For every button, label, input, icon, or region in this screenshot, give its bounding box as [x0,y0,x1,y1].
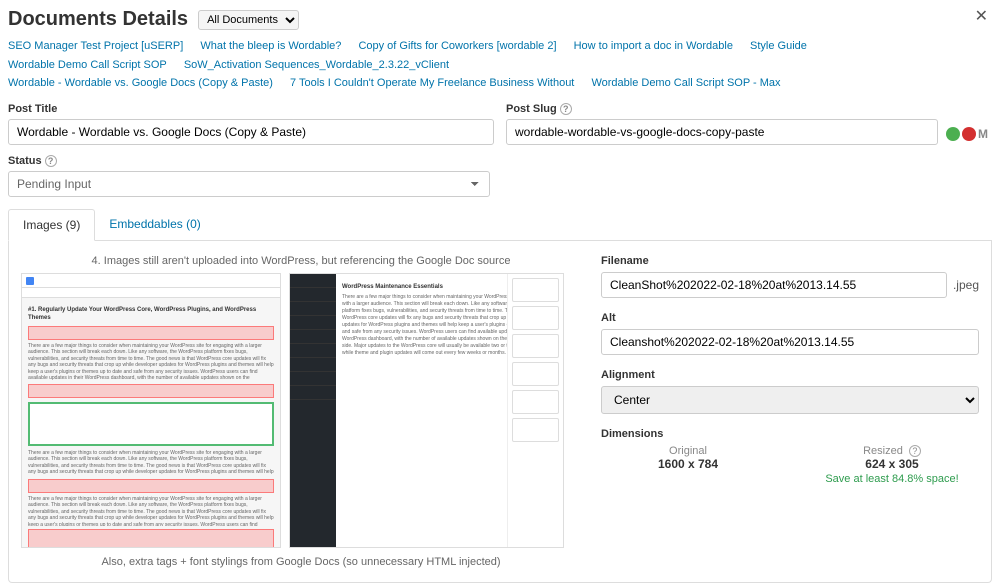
help-icon[interactable]: ? [909,445,921,457]
post-slug-label: Post Slug? [506,103,938,115]
filename-ext: .jpeg [953,278,979,292]
gdoc-logo-icon [26,277,34,285]
status-select[interactable]: Pending Input [8,171,490,197]
close-icon[interactable]: ✕ [975,6,988,26]
docnav-link[interactable]: How to import a doc in Wordable [574,37,733,56]
original-dim-value: 1600 x 784 [601,457,775,471]
screenshot-google-doc[interactable]: #1. Regularly Update Your WordPress Core… [21,273,281,548]
filename-label: Filename [601,255,979,267]
status-label: Status? [8,155,490,167]
docnav-link[interactable]: What the bleep is Wordable? [200,37,341,56]
preview-caption-top: 4. Images still aren't uploaded into Wor… [21,255,581,267]
alignment-label: Alignment [601,369,979,381]
filename-input[interactable] [601,272,947,298]
status-dot-green-icon [946,127,960,141]
docnav-link[interactable]: Copy of Gifts for Coworkers [wordable 2] [358,37,556,56]
tabs: Images (9) Embeddables (0) [8,209,992,241]
document-nav: SEO Manager Test Project [uSERP] What th… [0,37,1000,99]
docnav-link[interactable]: SEO Manager Test Project [uSERP] [8,37,183,56]
preview-caption-bottom: Also, extra tags + font stylings from Go… [21,556,581,568]
docnav-link[interactable]: SoW_Activation Sequences_Wordable_2.3.22… [184,56,449,75]
tab-embeddables[interactable]: Embeddables (0) [95,209,214,240]
docnav-link[interactable]: 7 Tools I Couldn't Operate My Freelance … [290,74,574,93]
dimensions-label: Dimensions [601,428,979,440]
status-dot-red-icon [962,127,976,141]
resized-dim-label: Resized ? [805,445,979,457]
wp-sidebar [290,274,336,547]
alignment-select[interactable]: Center [601,386,979,414]
alt-input[interactable] [601,329,979,355]
alt-label: Alt [601,312,979,324]
help-icon[interactable]: ? [45,155,57,167]
resized-dim-value: 624 x 305 [805,457,979,471]
docnav-link[interactable]: Style Guide [750,37,807,56]
tab-images[interactable]: Images (9) [8,209,95,241]
docnav-link[interactable]: Wordable Demo Call Script SOP - Max [591,74,780,93]
post-title-input[interactable] [8,119,494,145]
docnav-link-active[interactable]: Wordable - Wordable vs. Google Docs (Cop… [8,74,273,93]
docnav-link[interactable]: Wordable Demo Call Script SOP [8,56,167,75]
original-dim-label: Original [601,445,775,457]
slug-status-icons: M [946,103,992,145]
savings-text: Save at least 84.8% space! [805,473,979,485]
document-filter-select[interactable]: All Documents [198,10,299,30]
post-slug-input[interactable] [506,119,938,145]
screenshot-wordpress[interactable]: WordPress Maintenance Essentials There a… [289,273,564,548]
help-icon[interactable]: ? [560,103,572,115]
page-title: Documents Details [8,8,188,31]
post-title-label: Post Title [8,103,494,115]
wp-right-panel [507,274,563,547]
medium-icon: M [978,127,992,141]
